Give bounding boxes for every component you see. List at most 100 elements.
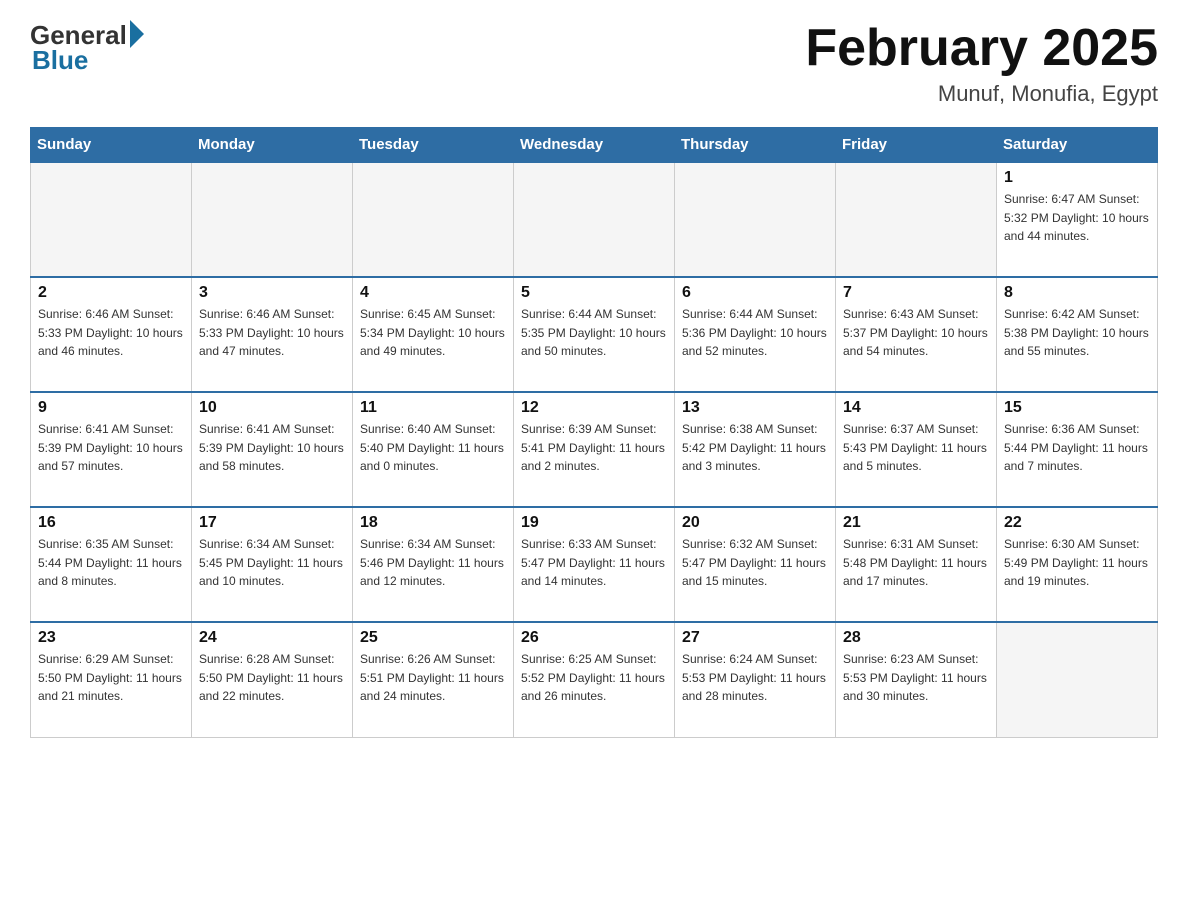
weekday-header-tuesday: Tuesday: [353, 128, 514, 163]
calendar-table: SundayMondayTuesdayWednesdayThursdayFrid…: [30, 127, 1158, 738]
logo-arrow-icon: [130, 20, 144, 48]
day-number: 6: [682, 284, 828, 302]
day-number: 4: [360, 284, 506, 302]
month-title: February 2025: [805, 20, 1158, 77]
week-row-5: 23Sunrise: 6:29 AM Sunset: 5:50 PM Dayli…: [31, 622, 1158, 737]
day-info: Sunrise: 6:44 AM Sunset: 5:36 PM Dayligh…: [682, 305, 828, 361]
day-number: 14: [843, 399, 989, 417]
day-info: Sunrise: 6:34 AM Sunset: 5:45 PM Dayligh…: [199, 535, 345, 591]
day-info: Sunrise: 6:29 AM Sunset: 5:50 PM Dayligh…: [38, 650, 184, 706]
day-number: 8: [1004, 284, 1150, 302]
day-number: 13: [682, 399, 828, 417]
day-number: 28: [843, 629, 989, 647]
calendar-cell: 21 Sunrise: 6:31 AM Sunset: 5:48 PM Dayli…: [836, 507, 997, 622]
day-info: Sunrise: 6:46 AM Sunset: 5:33 PM Dayligh…: [38, 305, 184, 361]
calendar-cell: 8 Sunrise: 6:42 AM Sunset: 5:38 PM Daylig…: [997, 277, 1158, 392]
day-number: 22: [1004, 514, 1150, 532]
day-info: Sunrise: 6:43 AM Sunset: 5:37 PM Dayligh…: [843, 305, 989, 361]
day-number: 16: [38, 514, 184, 532]
calendar-cell: 26 Sunrise: 6:25 AM Sunset: 5:52 PM Dayli…: [514, 622, 675, 737]
day-number: 5: [521, 284, 667, 302]
calendar-cell: 27 Sunrise: 6:24 AM Sunset: 5:53 PM Dayli…: [675, 622, 836, 737]
calendar-cell: 11Sunrise: 6:40 AM Sunset: 5:40 PM Dayli…: [353, 392, 514, 507]
day-number: 26: [521, 629, 667, 647]
calendar-cell: [31, 162, 192, 277]
calendar-cell: 24 Sunrise: 6:28 AM Sunset: 5:50 PM Dayli…: [192, 622, 353, 737]
logo: General Blue: [30, 20, 144, 76]
day-info: Sunrise: 6:36 AM Sunset: 5:44 PM Dayligh…: [1004, 420, 1150, 476]
calendar-cell: 10Sunrise: 6:41 AM Sunset: 5:39 PM Dayli…: [192, 392, 353, 507]
day-number: 12: [521, 399, 667, 417]
day-number: 2: [38, 284, 184, 302]
day-info: Sunrise: 6:33 AM Sunset: 5:47 PM Dayligh…: [521, 535, 667, 591]
calendar-cell: 7 Sunrise: 6:43 AM Sunset: 5:37 PM Daylig…: [836, 277, 997, 392]
day-number: 17: [199, 514, 345, 532]
weekday-header-saturday: Saturday: [997, 128, 1158, 163]
calendar-cell: 13Sunrise: 6:38 AM Sunset: 5:42 PM Dayli…: [675, 392, 836, 507]
calendar-cell: [353, 162, 514, 277]
day-info: Sunrise: 6:46 AM Sunset: 5:33 PM Dayligh…: [199, 305, 345, 361]
day-number: 15: [1004, 399, 1150, 417]
calendar-cell: 16 Sunrise: 6:35 AM Sunset: 5:44 PM Dayli…: [31, 507, 192, 622]
calendar-cell: 17 Sunrise: 6:34 AM Sunset: 5:45 PM Dayli…: [192, 507, 353, 622]
day-info: Sunrise: 6:24 AM Sunset: 5:53 PM Dayligh…: [682, 650, 828, 706]
day-info: Sunrise: 6:35 AM Sunset: 5:44 PM Dayligh…: [38, 535, 184, 591]
day-number: 3: [199, 284, 345, 302]
day-info: Sunrise: 6:34 AM Sunset: 5:46 PM Dayligh…: [360, 535, 506, 591]
day-info: Sunrise: 6:23 AM Sunset: 5:53 PM Dayligh…: [843, 650, 989, 706]
day-number: 27: [682, 629, 828, 647]
day-number: 19: [521, 514, 667, 532]
calendar-cell: 19 Sunrise: 6:33 AM Sunset: 5:47 PM Dayli…: [514, 507, 675, 622]
day-number: 21: [843, 514, 989, 532]
day-info: Sunrise: 6:28 AM Sunset: 5:50 PM Dayligh…: [199, 650, 345, 706]
calendar-cell: 15 Sunrise: 6:36 AM Sunset: 5:44 PM Dayli…: [997, 392, 1158, 507]
weekday-header-monday: Monday: [192, 128, 353, 163]
day-info: Sunrise: 6:44 AM Sunset: 5:35 PM Dayligh…: [521, 305, 667, 361]
weekday-header-row: SundayMondayTuesdayWednesdayThursdayFrid…: [31, 128, 1158, 163]
calendar-cell: [675, 162, 836, 277]
week-row-1: 1Sunrise: 6:47 AM Sunset: 5:32 PM Daylig…: [31, 162, 1158, 277]
calendar-cell: 12 Sunrise: 6:39 AM Sunset: 5:41 PM Dayli…: [514, 392, 675, 507]
weekday-header-friday: Friday: [836, 128, 997, 163]
title-block: February 2025 Munuf, Monufia, Egypt: [805, 20, 1158, 107]
page-header: General Blue February 2025 Munuf, Monufi…: [30, 20, 1158, 107]
calendar-cell: 5 Sunrise: 6:44 AM Sunset: 5:35 PM Daylig…: [514, 277, 675, 392]
day-info: Sunrise: 6:32 AM Sunset: 5:47 PM Dayligh…: [682, 535, 828, 591]
calendar-cell: 3 Sunrise: 6:46 AM Sunset: 5:33 PM Daylig…: [192, 277, 353, 392]
calendar-cell: 22Sunrise: 6:30 AM Sunset: 5:49 PM Dayli…: [997, 507, 1158, 622]
calendar-cell: [836, 162, 997, 277]
calendar-cell: 14 Sunrise: 6:37 AM Sunset: 5:43 PM Dayli…: [836, 392, 997, 507]
day-info: Sunrise: 6:41 AM Sunset: 5:39 PM Dayligh…: [38, 420, 184, 476]
calendar-cell: 4 Sunrise: 6:45 AM Sunset: 5:34 PM Daylig…: [353, 277, 514, 392]
day-number: 9: [38, 399, 184, 417]
day-info: Sunrise: 6:41 AM Sunset: 5:39 PM Dayligh…: [199, 420, 345, 476]
day-number: 20: [682, 514, 828, 532]
calendar-cell: 25 Sunrise: 6:26 AM Sunset: 5:51 PM Dayli…: [353, 622, 514, 737]
weekday-header-wednesday: Wednesday: [514, 128, 675, 163]
day-info: Sunrise: 6:47 AM Sunset: 5:32 PM Dayligh…: [1004, 190, 1150, 246]
week-row-2: 2 Sunrise: 6:46 AM Sunset: 5:33 PM Daylig…: [31, 277, 1158, 392]
day-number: 24: [199, 629, 345, 647]
day-number: 18: [360, 514, 506, 532]
calendar-cell: [997, 622, 1158, 737]
day-info: Sunrise: 6:37 AM Sunset: 5:43 PM Dayligh…: [843, 420, 989, 476]
day-number: 25: [360, 629, 506, 647]
calendar-cell: 28 Sunrise: 6:23 AM Sunset: 5:53 PM Dayli…: [836, 622, 997, 737]
day-info: Sunrise: 6:39 AM Sunset: 5:41 PM Dayligh…: [521, 420, 667, 476]
week-row-4: 16 Sunrise: 6:35 AM Sunset: 5:44 PM Dayli…: [31, 507, 1158, 622]
calendar-cell: 18 Sunrise: 6:34 AM Sunset: 5:46 PM Dayli…: [353, 507, 514, 622]
week-row-3: 9 Sunrise: 6:41 AM Sunset: 5:39 PM Daylig…: [31, 392, 1158, 507]
calendar-cell: 20 Sunrise: 6:32 AM Sunset: 5:47 PM Dayli…: [675, 507, 836, 622]
day-number: 7: [843, 284, 989, 302]
day-info: Sunrise: 6:45 AM Sunset: 5:34 PM Dayligh…: [360, 305, 506, 361]
day-info: Sunrise: 6:42 AM Sunset: 5:38 PM Dayligh…: [1004, 305, 1150, 361]
logo-blue-text: Blue: [30, 45, 88, 76]
calendar-cell: 1Sunrise: 6:47 AM Sunset: 5:32 PM Daylig…: [997, 162, 1158, 277]
calendar-cell: [192, 162, 353, 277]
day-info: Sunrise: 6:26 AM Sunset: 5:51 PM Dayligh…: [360, 650, 506, 706]
calendar-cell: 2 Sunrise: 6:46 AM Sunset: 5:33 PM Daylig…: [31, 277, 192, 392]
day-info: Sunrise: 6:31 AM Sunset: 5:48 PM Dayligh…: [843, 535, 989, 591]
calendar-cell: [514, 162, 675, 277]
day-number: 11: [360, 399, 506, 417]
day-info: Sunrise: 6:25 AM Sunset: 5:52 PM Dayligh…: [521, 650, 667, 706]
